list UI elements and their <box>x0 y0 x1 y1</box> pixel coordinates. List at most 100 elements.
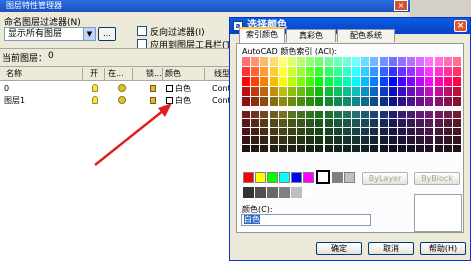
lightbulb-icon[interactable] <box>92 84 98 92</box>
aci-palette-top[interactable] <box>242 57 462 107</box>
aci-color-cell[interactable] <box>269 57 278 66</box>
aci-color-cell[interactable] <box>416 87 425 96</box>
aci-color-cell[interactable] <box>416 97 425 106</box>
aci-color-cell[interactable] <box>287 77 296 86</box>
aci-color-cell[interactable] <box>287 144 296 152</box>
table-row[interactable]: 图层1 白色 Cont <box>0 95 240 106</box>
sun-icon[interactable] <box>118 96 126 104</box>
aci-color-cell[interactable] <box>397 144 406 152</box>
aci-color-cell[interactable] <box>388 119 397 127</box>
aci-color-cell[interactable] <box>287 57 296 66</box>
aci-color-cell[interactable] <box>269 144 278 152</box>
help-button[interactable]: 帮助(H) <box>420 242 466 255</box>
aci-color-cell[interactable] <box>324 144 333 152</box>
aci-color-cell[interactable] <box>434 111 443 119</box>
aci-color-cell[interactable] <box>361 136 370 144</box>
aci-color-cell[interactable] <box>388 111 397 119</box>
aci-color-cell[interactable] <box>388 77 397 86</box>
aci-color-cell[interactable] <box>443 77 452 86</box>
aci-color-cell[interactable] <box>370 111 379 119</box>
aci-color-cell[interactable] <box>278 111 287 119</box>
aci-color-cell[interactable] <box>452 87 461 96</box>
aci-color-cell[interactable] <box>287 97 296 106</box>
aci-color-cell[interactable] <box>269 97 278 106</box>
aci-color-cell[interactable] <box>443 111 452 119</box>
aci-color-cell[interactable] <box>324 97 333 106</box>
aci-color-cell[interactable] <box>342 87 351 96</box>
aci-color-cell[interactable] <box>287 111 296 119</box>
aci-color-cell[interactable] <box>287 119 296 127</box>
aci-color-cell[interactable] <box>434 119 443 127</box>
aci-color-cell[interactable] <box>425 136 434 144</box>
aci-color-cell[interactable] <box>352 144 361 152</box>
table-row[interactable]: 0 白色 Cont <box>0 83 240 94</box>
aci-color-cell[interactable] <box>260 136 269 144</box>
aci-color-cell[interactable] <box>315 97 324 106</box>
aci-color-cell[interactable] <box>297 87 306 96</box>
aci-color-cell[interactable] <box>242 97 251 106</box>
ok-button[interactable]: 确定 <box>316 242 362 255</box>
aci-color-cell[interactable] <box>388 67 397 76</box>
aci-color-cell[interactable] <box>397 97 406 106</box>
aci-color-cell[interactable] <box>333 87 342 96</box>
color-swatch-blue[interactable] <box>291 172 302 183</box>
aci-color-cell[interactable] <box>260 67 269 76</box>
aci-color-cell[interactable] <box>333 136 342 144</box>
col-lock[interactable]: 锁... <box>146 68 162 79</box>
aci-color-cell[interactable] <box>287 136 296 144</box>
aci-color-cell[interactable] <box>242 136 251 144</box>
aci-color-cell[interactable] <box>342 97 351 106</box>
aci-color-cell[interactable] <box>297 57 306 66</box>
color-swatch[interactable] <box>166 85 173 92</box>
filter-dialog-button[interactable]: ... <box>98 27 116 41</box>
aci-color-cell[interactable] <box>342 136 351 144</box>
aci-color-cell[interactable] <box>324 57 333 66</box>
aci-color-cell[interactable] <box>416 119 425 127</box>
aci-color-cell[interactable] <box>260 127 269 136</box>
aci-color-cell[interactable] <box>324 127 333 136</box>
invert-filter-checkbox[interactable] <box>137 26 147 36</box>
bylayer-button[interactable]: ByLayer <box>362 172 408 185</box>
aci-color-cell[interactable] <box>260 144 269 152</box>
aci-color-cell[interactable] <box>342 127 351 136</box>
aci-color-cell[interactable] <box>324 67 333 76</box>
aci-color-cell[interactable] <box>416 111 425 119</box>
aci-color-cell[interactable] <box>407 87 416 96</box>
aci-color-cell[interactable] <box>407 57 416 66</box>
aci-color-cell[interactable] <box>361 77 370 86</box>
close-icon[interactable]: × <box>454 20 467 32</box>
aci-color-cell[interactable] <box>324 111 333 119</box>
aci-color-cell[interactable] <box>306 127 315 136</box>
aci-color-cell[interactable] <box>388 87 397 96</box>
aci-color-cell[interactable] <box>425 127 434 136</box>
aci-color-cell[interactable] <box>297 119 306 127</box>
aci-color-cell[interactable] <box>361 87 370 96</box>
aci-color-cell[interactable] <box>278 136 287 144</box>
aci-color-cell[interactable] <box>425 144 434 152</box>
aci-color-cell[interactable] <box>333 127 342 136</box>
aci-color-cell[interactable] <box>297 136 306 144</box>
aci-color-cell[interactable] <box>379 111 388 119</box>
aci-color-cell[interactable] <box>333 144 342 152</box>
aci-color-cell[interactable] <box>315 77 324 86</box>
aci-color-cell[interactable] <box>388 127 397 136</box>
aci-color-cell[interactable] <box>407 127 416 136</box>
aci-color-cell[interactable] <box>324 87 333 96</box>
aci-color-cell[interactable] <box>342 119 351 127</box>
aci-color-cell[interactable] <box>342 111 351 119</box>
aci-color-cell[interactable] <box>434 136 443 144</box>
aci-color-cell[interactable] <box>397 127 406 136</box>
lightbulb-icon[interactable] <box>92 96 98 104</box>
aci-color-cell[interactable] <box>269 87 278 96</box>
aci-color-cell[interactable] <box>352 111 361 119</box>
aci-color-cell[interactable] <box>443 119 452 127</box>
layer-color[interactable]: 白色 <box>175 95 191 106</box>
aci-color-cell[interactable] <box>342 77 351 86</box>
col-on[interactable]: 开 <box>90 68 98 79</box>
aci-color-cell[interactable] <box>397 57 406 66</box>
aci-color-cell[interactable] <box>397 119 406 127</box>
aci-color-cell[interactable] <box>361 111 370 119</box>
aci-color-cell[interactable] <box>342 57 351 66</box>
aci-color-cell[interactable] <box>361 127 370 136</box>
aci-color-cell[interactable] <box>452 144 461 152</box>
